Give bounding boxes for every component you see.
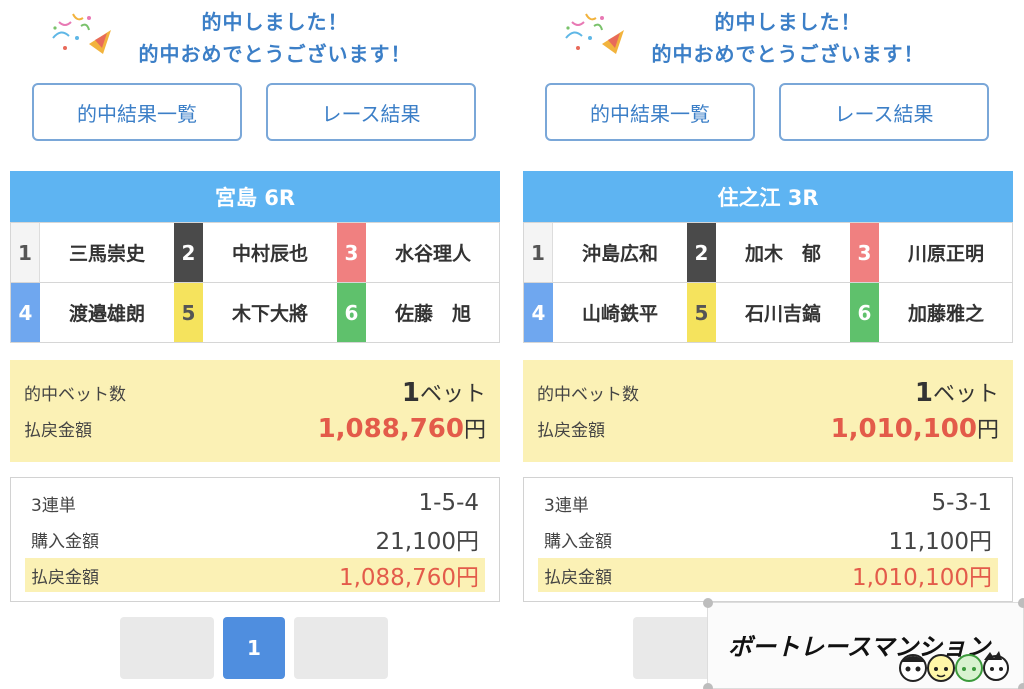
entry-2: 2 中村辰也 xyxy=(174,222,337,282)
entry-3: 3 川原正明 xyxy=(850,222,1013,282)
result-panel-right: 的中しました！ 的中おめでとうございます！ 的中結果一覧 レース結果 住之江 3… xyxy=(523,0,1013,679)
racer-name: 木下大將 xyxy=(231,303,308,325)
next-page-button[interactable] xyxy=(294,617,388,679)
racer-name: 加木 郁 xyxy=(744,243,821,265)
page-button-current[interactable]: 1 xyxy=(223,617,285,679)
bets-count: 1 xyxy=(401,378,420,408)
boat-number: 1 xyxy=(524,223,553,282)
entry-5: 5 木下大將 xyxy=(174,282,337,342)
bets-label: 的中ベット数 xyxy=(537,384,639,405)
bets-unit: ベット xyxy=(932,382,999,407)
racer-name: 渡邉雄朗 xyxy=(68,303,145,325)
boat-number: 1 xyxy=(11,223,40,282)
boat-number: 6 xyxy=(337,283,366,342)
race-title: 住之江 3R xyxy=(523,171,1013,222)
purchase-amount: 21,100円 xyxy=(375,529,479,555)
boat-number: 5 xyxy=(174,283,203,342)
entries-grid: 1 沖島広和 2 加木 郁 3 川原正明 4 山崎鉄平 5 石川吉鎬 6 加藤雅之 xyxy=(523,222,1013,343)
bet-combination: 1-5-4 xyxy=(418,490,480,516)
payout-amount: 1,088,760 xyxy=(317,414,464,444)
corner-dot xyxy=(1018,598,1024,608)
boat-number: 2 xyxy=(174,223,203,282)
hit-summary: 的中ベット数 1ベット 払戻金額 1,010,100円 xyxy=(523,360,1013,462)
entry-4: 4 山崎鉄平 xyxy=(524,282,687,342)
entry-6: 6 加藤雅之 xyxy=(850,282,1013,342)
race-result-button[interactable]: レース結果 xyxy=(779,83,989,141)
hit-summary: 的中ベット数 1ベット 払戻金額 1,088,760円 xyxy=(10,360,500,462)
character-faces-icon xyxy=(899,651,1009,682)
bet-type: 3連単 xyxy=(31,495,76,516)
racer-name: 石川吉鎬 xyxy=(744,303,821,325)
race-result-button[interactable]: レース結果 xyxy=(266,83,476,141)
corner-dot xyxy=(1018,683,1024,689)
purchase-label: 購入金額 xyxy=(544,531,612,552)
watermark-logo: ボートレースマンション xyxy=(703,598,1024,689)
payout-label: 払戻金額 xyxy=(537,420,605,441)
purchase-amount: 11,100円 xyxy=(888,529,992,555)
bet-detail: 3連単 1-5-4 購入金額 21,100円 払戻金額 1,088,760円 xyxy=(10,477,500,602)
hit-list-button[interactable]: 的中結果一覧 xyxy=(545,83,755,141)
boat-number: 2 xyxy=(687,223,716,282)
congrats-banner: 的中しました！ 的中おめでとうございます！ xyxy=(523,0,1013,78)
entries-grid: 1 三馬崇史 2 中村辰也 3 水谷理人 4 渡邉雄朗 5 木下大將 6 佐藤 旭 xyxy=(10,222,500,343)
corner-dot xyxy=(703,683,713,689)
boat-number: 4 xyxy=(524,283,553,342)
payout-unit: 円 xyxy=(463,418,486,443)
result-panel-left: 的中しました！ 的中おめでとうございます！ 的中結果一覧 レース結果 宮島 6R… xyxy=(10,0,500,679)
detail-payout-label: 払戻金額 xyxy=(544,567,612,588)
entry-4: 4 渡邉雄朗 xyxy=(11,282,174,342)
bet-type: 3連単 xyxy=(544,495,589,516)
entry-2: 2 加木 郁 xyxy=(687,222,850,282)
boat-number: 6 xyxy=(850,283,879,342)
detail-payout-label: 払戻金額 xyxy=(31,567,99,588)
bet-combination: 5-3-1 xyxy=(931,490,993,516)
congrats-line-2: 的中おめでとうございます！ xyxy=(651,42,925,66)
congrats-banner: 的中しました！ 的中おめでとうございます！ xyxy=(10,0,500,78)
payout-unit: 円 xyxy=(976,418,999,443)
race-title: 宮島 6R xyxy=(10,171,500,222)
entry-5: 5 石川吉鎬 xyxy=(687,282,850,342)
prev-page-button[interactable] xyxy=(120,617,214,679)
bets-unit: ベット xyxy=(419,382,486,407)
boat-number: 5 xyxy=(687,283,716,342)
payout-label: 払戻金額 xyxy=(24,420,92,441)
entry-1: 1 三馬崇史 xyxy=(11,222,174,282)
purchase-label: 購入金額 xyxy=(31,531,99,552)
detail-payout-amount: 1,010,100円 xyxy=(851,565,992,591)
payout-amount: 1,010,100 xyxy=(830,414,977,444)
corner-dot xyxy=(703,598,713,608)
boat-number: 3 xyxy=(850,223,879,282)
racer-name: 水谷理人 xyxy=(394,243,471,265)
entry-6: 6 佐藤 旭 xyxy=(337,282,500,342)
bets-label: 的中ベット数 xyxy=(24,384,126,405)
entry-3: 3 水谷理人 xyxy=(337,222,500,282)
congrats-line-1: 的中しました！ xyxy=(201,10,349,34)
bets-count: 1 xyxy=(914,378,933,408)
hit-list-button[interactable]: 的中結果一覧 xyxy=(32,83,242,141)
racer-name: 三馬崇史 xyxy=(68,243,145,265)
racer-name: 川原正明 xyxy=(907,243,984,265)
racer-name: 加藤雅之 xyxy=(907,303,984,325)
racer-name: 佐藤 旭 xyxy=(394,303,471,325)
boat-number: 3 xyxy=(337,223,366,282)
congrats-line-1: 的中しました！ xyxy=(714,10,862,34)
bet-detail: 3連単 5-3-1 購入金額 11,100円 払戻金額 1,010,100円 xyxy=(523,477,1013,602)
congrats-line-2: 的中おめでとうございます！ xyxy=(138,42,412,66)
racer-name: 沖島広和 xyxy=(581,243,658,265)
detail-payout-amount: 1,088,760円 xyxy=(338,565,479,591)
boat-number: 4 xyxy=(11,283,40,342)
racer-name: 中村辰也 xyxy=(231,243,308,265)
racer-name: 山崎鉄平 xyxy=(581,303,658,325)
entry-1: 1 沖島広和 xyxy=(524,222,687,282)
